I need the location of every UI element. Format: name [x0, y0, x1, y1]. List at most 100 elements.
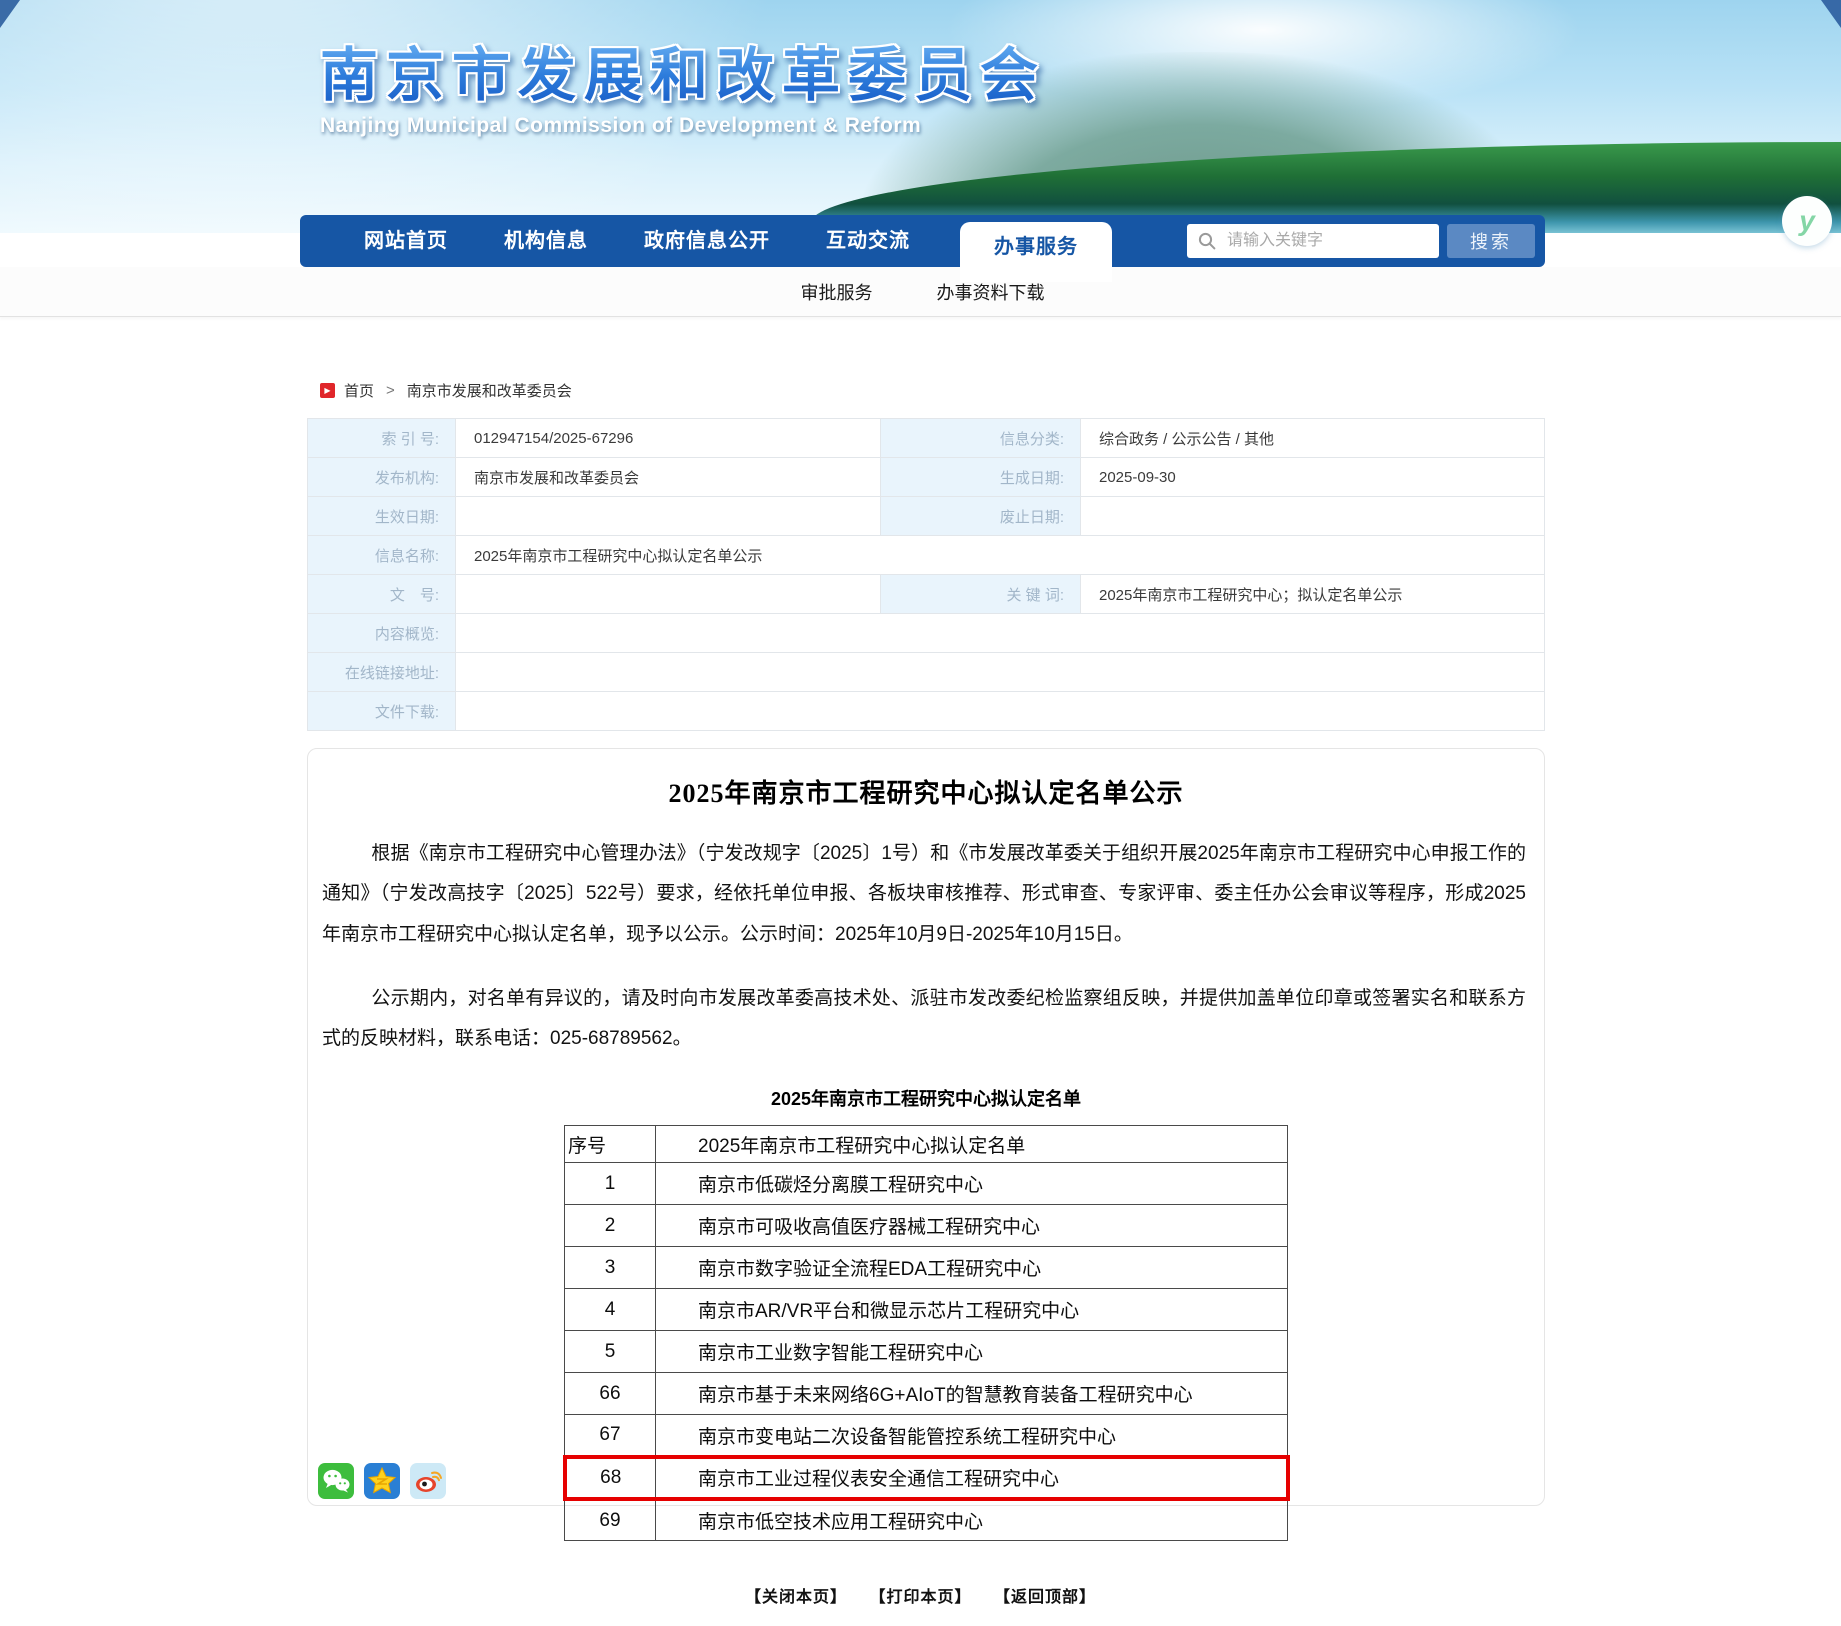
meta-keywords-label: 关 键 词:: [881, 575, 1081, 614]
table-header-row: 序号 2025年南京市工程研究中心拟认定名单: [565, 1126, 1288, 1163]
row-no: 5: [565, 1331, 656, 1373]
subnav-item-approval-services[interactable]: 审批服务: [801, 279, 873, 305]
table-row: 1 南京市低碳烃分离膜工程研究中心: [565, 1163, 1288, 1205]
search-button[interactable]: 搜索: [1447, 224, 1535, 258]
meta-agency-label: 发布机构:: [308, 458, 456, 497]
meta-row: 内容概览:: [308, 614, 1545, 653]
meta-download-label: 文件下载:: [308, 692, 456, 731]
table-row: 3 南京市数字验证全流程EDA工程研究中心: [565, 1247, 1288, 1289]
row-name: 南京市工业过程仪表安全通信工程研究中心: [656, 1457, 1288, 1499]
meta-created-label: 生成日期:: [881, 458, 1081, 497]
row-no: 2: [565, 1205, 656, 1247]
meta-index-value: 012947154/2025-67296: [456, 419, 881, 458]
nav-item-gov-info[interactable]: 政府信息公开: [616, 215, 798, 267]
row-no: 4: [565, 1289, 656, 1331]
table-row: 69 南京市低空技术应用工程研究中心: [565, 1499, 1288, 1541]
table-row-highlighted: 68 南京市工业过程仪表安全通信工程研究中心: [565, 1457, 1288, 1499]
table-row: 67 南京市变电站二次设备智能管控系统工程研究中心: [565, 1415, 1288, 1457]
meta-link-value: [456, 653, 1545, 692]
breadcrumb-separator: >: [386, 382, 395, 399]
subnav-item-materials-download[interactable]: 办事资料下载: [937, 279, 1045, 305]
table-row: 66 南京市基于未来网络6G+AIoT的智慧教育装备工程研究中心: [565, 1373, 1288, 1415]
search-icon: [1198, 232, 1216, 250]
meta-link-label: 在线链接地址:: [308, 653, 456, 692]
row-name: 南京市可吸收高值医疗器械工程研究中心: [656, 1205, 1288, 1247]
meta-repeal-label: 废止日期:: [881, 497, 1081, 536]
meta-row: 信息名称: 2025年南京市工程研究中心拟认定名单公示: [308, 536, 1545, 575]
meta-docno-value: [456, 575, 881, 614]
meta-row: 发布机构: 南京市发展和改革委员会 生成日期: 2025-09-30: [308, 458, 1545, 497]
row-name: 南京市基于未来网络6G+AIoT的智慧教育装备工程研究中心: [656, 1373, 1288, 1415]
meta-row: 生效日期: 废止日期:: [308, 497, 1545, 536]
meta-row: 文件下载:: [308, 692, 1545, 731]
meta-agency-value: 南京市发展和改革委员会: [456, 458, 881, 497]
weibo-share-icon[interactable]: [410, 1463, 446, 1499]
search-input[interactable]: [1187, 224, 1439, 258]
nav-item-services-active[interactable]: 办事服务: [960, 222, 1112, 282]
main-navbar: 网站首页 机构信息 政府信息公开 互动交流 办事服务 搜索: [300, 215, 1545, 267]
row-name: 南京市AR/VR平台和微显示芯片工程研究中心: [656, 1289, 1288, 1331]
nav-item-interaction[interactable]: 互动交流: [798, 215, 938, 267]
header-name: 2025年南京市工程研究中心拟认定名单: [656, 1126, 1288, 1163]
article-title: 2025年南京市工程研究中心拟认定名单公示: [308, 773, 1544, 810]
breadcrumb-home-link[interactable]: 首页: [344, 380, 374, 401]
table-row: 5 南京市工业数字智能工程研究中心: [565, 1331, 1288, 1373]
nav-item-home[interactable]: 网站首页: [336, 215, 476, 267]
meta-name-value: 2025年南京市工程研究中心拟认定名单公示: [456, 536, 1545, 575]
close-page-link[interactable]: 【关闭本页】: [745, 1589, 847, 1606]
floating-widget-logo: y: [1799, 205, 1815, 237]
row-no: 69: [565, 1499, 656, 1541]
meta-index-label: 索 引 号:: [308, 419, 456, 458]
article-container: 2025年南京市工程研究中心拟认定名单公示 根据《南京市工程研究中心管理办法》（…: [307, 748, 1545, 1506]
row-name: 南京市低空技术应用工程研究中心: [656, 1499, 1288, 1541]
meta-keywords-value: 2025年南京市工程研究中心；拟认定名单公示: [1081, 575, 1545, 614]
back-to-top-link[interactable]: 【返回顶部】: [994, 1589, 1096, 1606]
site-title: 南京市发展和改革委员会: [320, 44, 1046, 108]
row-no: 1: [565, 1163, 656, 1205]
meta-docno-label: 文 号:: [308, 575, 456, 614]
floating-service-widget[interactable]: y: [1782, 196, 1832, 246]
site-banner: 南京市发展和改革委员会 Nanjing Municipal Commission…: [0, 0, 1841, 233]
meta-category-label: 信息分类:: [881, 419, 1081, 458]
row-no: 3: [565, 1247, 656, 1289]
meta-row: 在线链接地址:: [308, 653, 1545, 692]
table-row: 4 南京市AR/VR平台和微显示芯片工程研究中心: [565, 1289, 1288, 1331]
site-subtitle: Nanjing Municipal Commission of Developm…: [320, 114, 1046, 138]
row-name: 南京市低碳烃分离膜工程研究中心: [656, 1163, 1288, 1205]
row-no: 66: [565, 1373, 656, 1415]
row-no: 67: [565, 1415, 656, 1457]
qzone-share-icon[interactable]: [364, 1463, 400, 1499]
list-table-caption: 2025年南京市工程研究中心拟认定名单: [308, 1085, 1544, 1111]
row-name: 南京市工业数字智能工程研究中心: [656, 1331, 1288, 1373]
nav-item-org-info[interactable]: 机构信息: [476, 215, 616, 267]
article-paragraph-2: 公示期内，对名单有异议的，请及时向市发展改革委高技术处、派驻市发改委纪检监察组反…: [322, 979, 1526, 1060]
table-row: 2 南京市可吸收高值医疗器械工程研究中心: [565, 1205, 1288, 1247]
meta-overview-label: 内容概览:: [308, 614, 456, 653]
banner-corner-right: [1821, 0, 1841, 28]
meta-category-value: 综合政务 / 公示公告 / 其他: [1081, 419, 1545, 458]
search-area: 搜索: [1187, 224, 1535, 258]
row-name: 南京市数字验证全流程EDA工程研究中心: [656, 1247, 1288, 1289]
row-name: 南京市变电站二次设备智能管控系统工程研究中心: [656, 1415, 1288, 1457]
document-meta-table: 索 引 号: 012947154/2025-67296 信息分类: 综合政务 /…: [307, 418, 1545, 731]
row-no: 68: [565, 1457, 656, 1499]
breadcrumb-arrow-icon: ▶: [320, 383, 335, 398]
article-paragraph-1: 根据《南京市工程研究中心管理办法》（宁发改规字〔2025〕1号）和《市发展改革委…: [322, 834, 1526, 955]
page-footer: 【关闭本页】 【打印本页】 【返回顶部】: [0, 1583, 1841, 1607]
meta-created-value: 2025-09-30: [1081, 458, 1545, 497]
breadcrumb-current: 南京市发展和改革委员会: [407, 380, 572, 401]
sub-navbar: 审批服务 办事资料下载: [0, 267, 1841, 317]
meta-repeal-value: [1081, 497, 1545, 536]
header-no: 序号: [565, 1126, 656, 1163]
meta-effective-value: [456, 497, 881, 536]
breadcrumb: ▶ 首页 > 南京市发展和改革委员会: [320, 380, 572, 401]
meta-download-value: [456, 692, 1545, 731]
share-bar: [318, 1463, 446, 1499]
meta-row: 文 号: 关 键 词: 2025年南京市工程研究中心；拟认定名单公示: [308, 575, 1545, 614]
meta-overview-value: [456, 614, 1545, 653]
print-page-link[interactable]: 【打印本页】: [869, 1589, 971, 1606]
meta-effective-label: 生效日期:: [308, 497, 456, 536]
wechat-share-icon[interactable]: [318, 1463, 354, 1499]
meta-row: 索 引 号: 012947154/2025-67296 信息分类: 综合政务 /…: [308, 419, 1545, 458]
meta-name-label: 信息名称:: [308, 536, 456, 575]
